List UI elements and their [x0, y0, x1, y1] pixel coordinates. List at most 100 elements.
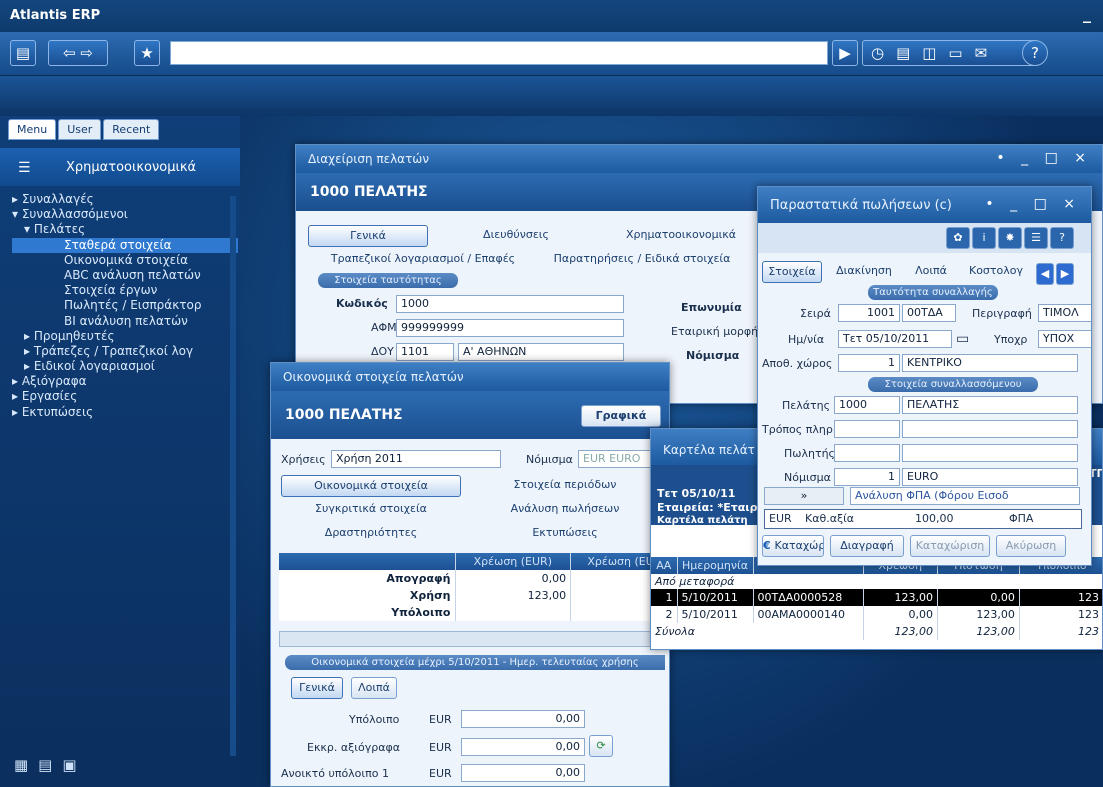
tab-recent[interactable]: Recent [103, 119, 160, 140]
nav-header[interactable]: ☰ Χρηματοοικονομικά [0, 148, 240, 186]
tab-scroll-left-icon[interactable]: ◀ [1036, 263, 1054, 285]
balance-field[interactable]: 0,00 [461, 710, 585, 728]
nav-item-prints[interactable]: ▸ Εκτυπώσεις [12, 405, 238, 420]
obligation-field[interactable]: ΥΠΟΧ [1038, 330, 1091, 348]
tab-scroll-right-icon[interactable]: ▶ [1056, 263, 1074, 285]
tab-general[interactable]: Γενικά [308, 225, 428, 247]
payment-method-code[interactable] [834, 420, 900, 438]
tab-user[interactable]: User [58, 119, 102, 140]
table-row[interactable]: Χρήση 123,00 1 [279, 587, 669, 604]
tab-data[interactable]: Στοιχεία [762, 261, 822, 283]
address-input[interactable] [170, 41, 828, 65]
nav-item-counterparties[interactable]: ▾ Συναλλασσόμενοι [12, 207, 238, 222]
nav-item-special-accounts[interactable]: ▸ Ειδικοί λογαριασμοί [12, 359, 238, 374]
tool-menu-icon[interactable]: ☰ [1024, 227, 1048, 249]
subtab-other[interactable]: Λοιπά [351, 677, 397, 699]
salesman-field[interactable] [902, 444, 1078, 462]
currency-number-field[interactable]: 1 [834, 468, 900, 486]
register-button[interactable]: € Καταχώρηση [762, 535, 824, 557]
sidebar-toggle-icon[interactable]: ▤ [10, 40, 36, 66]
warehouse-number-field[interactable]: 1 [838, 354, 900, 372]
doy-code-field[interactable]: 1101 [396, 343, 454, 361]
tool-info-icon[interactable]: i [972, 227, 996, 249]
nav-item-salesmen[interactable]: Πωλητές / Εισπράκτορ [12, 298, 238, 313]
help-icon[interactable]: ? [1022, 40, 1048, 66]
warehouse-name-field[interactable]: ΚΕΝΤΡΙΚΟ [902, 354, 1078, 372]
doy-name-field[interactable]: Α' ΑΘΗΝΩΝ [458, 343, 624, 361]
nav-scrollbar[interactable] [230, 196, 236, 756]
tool-help-icon[interactable]: ? [1050, 227, 1074, 249]
menu-collapse-icon[interactable]: ☰ [18, 160, 31, 176]
tab-costing[interactable]: Κοστολογ [958, 261, 1034, 283]
tab-prints[interactable]: Εκτυπώσεις [465, 523, 665, 545]
app-title: Atlantis ERP [10, 8, 101, 23]
description-field[interactable]: ΤΙΜΟΛ [1038, 304, 1091, 322]
table-row[interactable]: Υπόλοιπο [279, 604, 669, 621]
back-forward-icons[interactable]: ⇦ ⇨ [48, 40, 108, 66]
payment-method-field[interactable] [902, 420, 1078, 438]
nav-item-tasks[interactable]: ▸ Εργασίες [12, 389, 238, 404]
tool-gear-icon[interactable]: ✿ [946, 227, 970, 249]
code-field[interactable]: 1000 [396, 295, 624, 313]
table-row[interactable]: Απογραφή 0,00 [279, 570, 669, 587]
nav-item-suppliers[interactable]: ▸ Προμηθευτές [12, 329, 238, 344]
tab-activities[interactable]: Δραστηριότητες [281, 523, 461, 545]
nav-item-banks[interactable]: ▸ Τράπεζες / Τραπεζικοί λογ [12, 344, 238, 359]
open-balance-field[interactable]: 0,00 [461, 764, 585, 782]
customer-code-field[interactable]: 1000 [834, 396, 900, 414]
calendar-icon[interactable]: ▭ [956, 331, 969, 347]
go-arrow-icon[interactable]: ▶ [832, 40, 858, 66]
tool-star-icon[interactable]: ✸ [998, 227, 1022, 249]
delete-button[interactable]: Διαγραφή [830, 535, 904, 557]
table-row[interactable]: 1 5/10/2011 00ΤΔΑ0000528 123,00 0,00 123 [651, 589, 1102, 606]
window-controls-icon[interactable]: • _ □ × [996, 150, 1092, 166]
tab-other[interactable]: Λοιπά [908, 261, 954, 283]
tab-financial-data[interactable]: Οικονομικά στοιχεία [281, 475, 461, 497]
table-row[interactable]: 2 5/10/2011 00ΑΜΑ0000140 0,00 123,00 123 [651, 606, 1102, 623]
window-title: Διαχείριση πελατών [308, 152, 430, 166]
cancel-button[interactable]: Ακύρωση [996, 535, 1066, 557]
tab-notes[interactable]: Παρατηρήσεις / Ειδικά στοιχεία [542, 249, 742, 271]
minimize-button[interactable]: _ [1083, 4, 1091, 23]
tab-bank-accounts[interactable]: Τραπεζικοί λογαριασμοί / Επαφές [308, 249, 538, 271]
nav-item-bi-analysis[interactable]: BI ανάλυση πελατών [12, 314, 238, 329]
securities-field[interactable]: 0,00 [461, 738, 585, 756]
table-scrollbar[interactable] [279, 631, 669, 647]
salesman-code[interactable] [834, 444, 900, 462]
save-button[interactable]: Καταχώριση [910, 535, 990, 557]
currency-code-field[interactable]: EURO [902, 468, 1078, 486]
window-title-bar[interactable]: Παραστατικά πωλήσεων (c) • _ □ × [758, 187, 1091, 223]
subtab-general[interactable]: Γενικά [291, 677, 343, 699]
tab-period-data[interactable]: Στοιχεία περιόδων [465, 475, 665, 497]
vat-analysis-link[interactable]: Ανάλυση ΦΠΑ (Φόρου Εισοδ [850, 487, 1080, 505]
graphs-button[interactable]: Γραφικά [581, 405, 661, 427]
toolbar-icons[interactable]: ◷▤◫▭✉ [862, 40, 1038, 66]
series-number-field[interactable]: 1001 [838, 304, 900, 322]
customer-name-field[interactable]: ΠΕΛΑΤΗΣ [902, 396, 1078, 414]
tab-addresses[interactable]: Διευθύνσεις [436, 225, 596, 247]
tab-comparative[interactable]: Συγκριτικά στοιχεία [281, 499, 461, 521]
window-controls-icon[interactable]: • _ □ × [985, 196, 1081, 212]
tab-movement[interactable]: Διακίνηση [826, 261, 902, 283]
nav-item-abc-analysis[interactable]: ABC ανάλυση πελατών [12, 268, 238, 283]
year-select[interactable]: Χρήση 2011 [331, 450, 501, 468]
bottom-toolbar-icons[interactable]: ▦▤▣ [14, 756, 87, 774]
afm-field[interactable]: 999999999 [396, 319, 624, 337]
nav-item-fixed-data[interactable]: Σταθερά στοιχεία [12, 237, 238, 253]
window-title-bar[interactable]: Οικονομικά στοιχεία πελατών [271, 363, 669, 391]
tab-menu[interactable]: Menu [8, 119, 57, 140]
refresh-icon[interactable]: ⟳ [589, 735, 613, 757]
sum-vat: ΦΠΑ [1009, 512, 1034, 525]
date-field[interactable]: Τετ 05/10/2011 [838, 330, 952, 348]
tab-sales-analysis[interactable]: Ανάλυση πωλήσεων [465, 499, 665, 521]
tab-financial[interactable]: Χρηματοοικονομικά [606, 225, 756, 247]
nav-item-financial-data[interactable]: Οικονομικά στοιχεία [12, 253, 238, 268]
nav-item-securities[interactable]: ▸ Αξιόγραφα [12, 374, 238, 389]
expand-icon[interactable]: » [764, 487, 844, 505]
window-title-bar[interactable]: Διαχείριση πελατών • _ □ × [296, 145, 1102, 173]
favorite-star-icon[interactable]: ★ [134, 40, 160, 66]
series-code-field[interactable]: 00ΤΔΑ [902, 304, 956, 322]
nav-item-transactions[interactable]: ▸ Συναλλαγές [12, 192, 238, 207]
nav-item-customers[interactable]: ▾ Πελάτες [12, 222, 238, 237]
nav-item-projects[interactable]: Στοιχεία έργων [12, 283, 238, 298]
